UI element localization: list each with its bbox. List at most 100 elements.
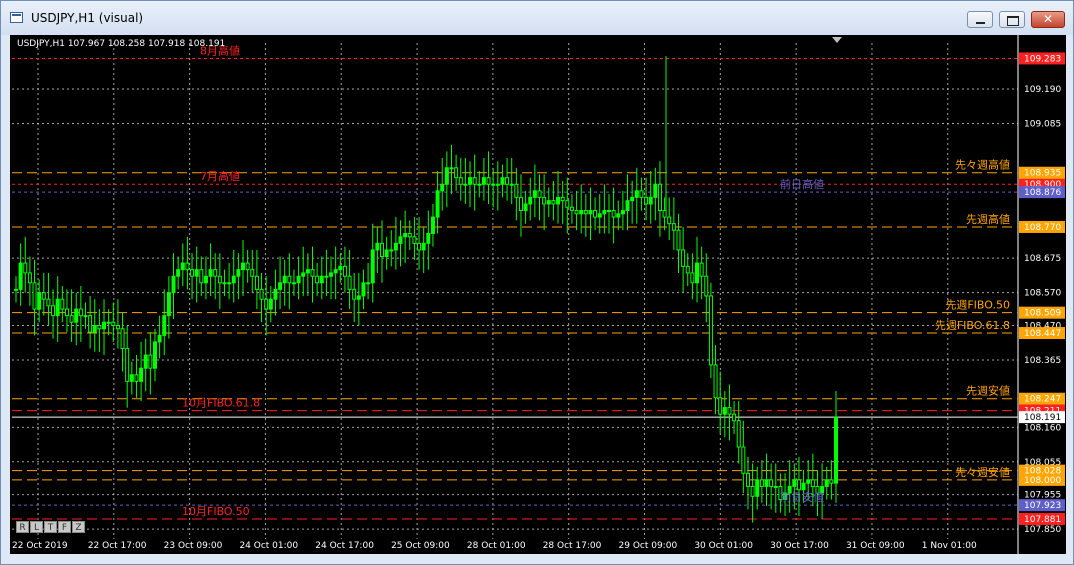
timeframe-button[interactable]: Z <box>72 521 85 533</box>
price-level-label: 108.935 <box>1024 169 1061 179</box>
candle-body <box>398 236 403 244</box>
chart-window-icon <box>10 12 23 23</box>
price-level-label: 109.283 <box>1024 54 1061 64</box>
candle-body <box>773 485 778 488</box>
candle-body <box>477 183 482 186</box>
candle-body <box>449 167 454 170</box>
candle-body <box>764 479 769 487</box>
x-tick-label: 28 Oct 17:00 <box>543 541 602 551</box>
candle-body <box>342 265 347 277</box>
y-tick-label: 107.955 <box>1024 491 1061 501</box>
candle-body <box>574 210 579 215</box>
candle-body <box>55 298 60 317</box>
candle-body <box>352 288 357 300</box>
price-level-label: 108.770 <box>1024 223 1061 233</box>
title-bar[interactable]: USDJPY,H1 (visual) <box>1 1 1073 35</box>
candle-body <box>704 275 709 297</box>
candle-body <box>60 298 65 310</box>
price-level-label: 107.923 <box>1024 501 1061 511</box>
x-tick-label: 24 Oct 17:00 <box>315 541 374 551</box>
candle-body <box>565 200 570 208</box>
y-tick-label: 108.160 <box>1024 423 1061 433</box>
candle-body <box>500 177 505 185</box>
candle-body <box>273 288 278 300</box>
candle-body <box>282 275 287 284</box>
candle-body <box>486 177 491 185</box>
price-level-label: 108.000 <box>1024 476 1061 486</box>
level-annotation: 7月高値 <box>200 169 240 183</box>
candle-body <box>278 282 283 290</box>
candle-body <box>287 275 292 284</box>
candle-body <box>657 183 662 212</box>
candle-body <box>37 292 42 310</box>
candle-body <box>88 315 93 333</box>
candle-body <box>421 242 426 251</box>
candle-body <box>551 200 556 205</box>
candle-body <box>708 295 713 366</box>
level-annotation: 先週FIBO.50 <box>945 299 1010 312</box>
price-chart[interactable]: 22 Oct 2019 22 Oct 17:00 23 Oct 09:00 24 Oc… <box>10 35 1066 554</box>
timeframe-button[interactable]: T <box>44 521 57 533</box>
candle-body <box>389 249 394 252</box>
candle-body <box>718 397 723 415</box>
level-annotation: 先々週高値 <box>955 158 1010 172</box>
x-tick-label: 30 Oct 01:00 <box>694 541 753 551</box>
maximize-button[interactable] <box>999 11 1025 28</box>
candle-body <box>305 269 310 274</box>
chart-canvas[interactable]: 22 Oct 2019 22 Oct 17:00 23 Oct 09:00 24 Oc… <box>10 35 1066 554</box>
candle-body <box>713 364 718 399</box>
candle-body <box>69 315 74 323</box>
candle-body <box>259 288 264 300</box>
candle-body <box>426 233 431 244</box>
candle-body <box>254 275 259 290</box>
candle-body <box>162 315 167 336</box>
y-tick-label: 107.850 <box>1024 525 1061 535</box>
candle-body <box>616 213 621 218</box>
candle-body <box>606 210 611 213</box>
candle-body <box>403 233 408 238</box>
price-level-label: 108.876 <box>1024 188 1061 198</box>
candle-body <box>120 328 125 349</box>
candle-body <box>64 308 69 317</box>
candle-body <box>472 177 477 185</box>
candle-body <box>532 190 537 198</box>
timeframe-button[interactable]: L <box>30 521 43 533</box>
candle-body <box>671 223 676 231</box>
candle-body <box>32 282 37 310</box>
candle-body <box>139 367 144 382</box>
candle-body <box>741 446 746 474</box>
candle-body <box>41 292 46 300</box>
candle-body <box>347 275 352 290</box>
candle-body <box>644 196 649 205</box>
candle-body <box>662 210 667 218</box>
candle-body <box>329 272 334 277</box>
candle-body <box>458 177 463 185</box>
level-annotation: 先々週安値 <box>955 465 1010 479</box>
candle-body <box>542 196 547 205</box>
close-button[interactable] <box>1031 11 1065 28</box>
candle-body <box>185 262 190 271</box>
timeframe-button[interactable]: R <box>16 521 29 533</box>
price-level-label: 108.447 <box>1024 329 1061 339</box>
terminal-window: USDJPY,H1 (visual) 22 Oct 2019 22 Oct 17:… <box>0 0 1074 565</box>
timeframe-button[interactable]: F <box>58 521 71 533</box>
candle-body <box>430 216 435 235</box>
candle-body <box>366 282 371 285</box>
candle-body <box>727 407 732 415</box>
level-annotation: 前日高値 <box>780 177 824 191</box>
candle-body <box>509 183 514 186</box>
candle-body <box>301 272 306 277</box>
candle-body <box>514 183 519 198</box>
candle-body <box>199 269 204 284</box>
candle-body <box>319 275 324 284</box>
candle-body <box>111 321 116 326</box>
candle-body <box>18 262 23 290</box>
candle-body <box>356 295 361 300</box>
y-tick-label: 109.190 <box>1024 85 1061 95</box>
candle-body <box>14 288 18 291</box>
x-tick-label: 29 Oct 09:00 <box>619 541 678 551</box>
candle-body <box>245 262 250 271</box>
candle-body <box>291 282 296 285</box>
candle-body <box>171 275 176 294</box>
minimize-button[interactable] <box>967 11 993 28</box>
